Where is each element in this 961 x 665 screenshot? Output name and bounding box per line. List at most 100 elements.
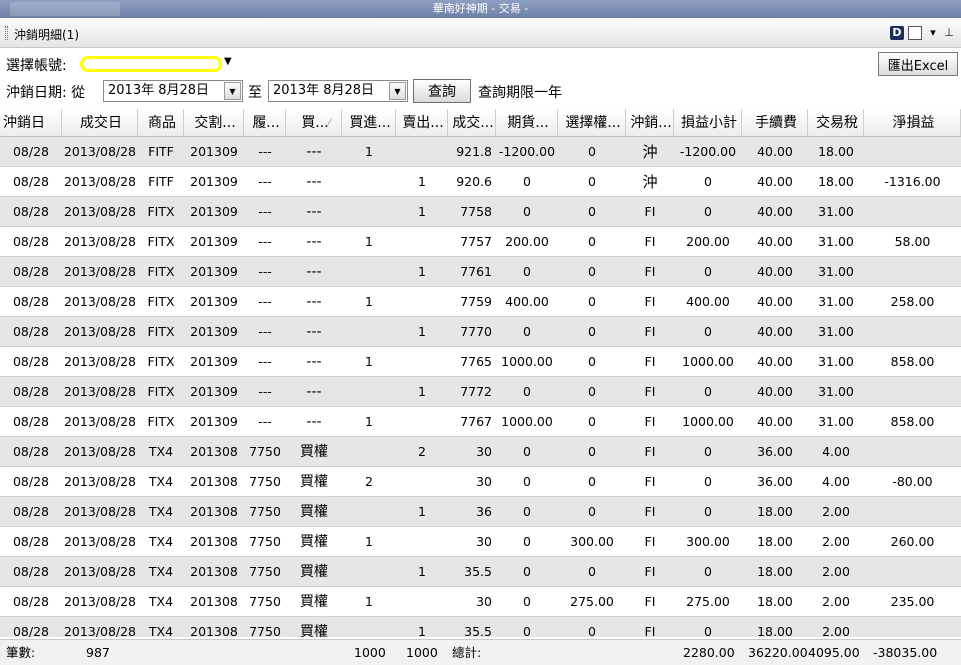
cell-tax: 31.00: [818, 384, 854, 399]
cell-settle-month: 201309: [190, 354, 238, 369]
cell-futures-pnl: 0: [523, 174, 531, 189]
cell-net-pnl: 235.00: [890, 594, 935, 609]
cell-trade-date: 2013/08/28: [63, 414, 137, 429]
table-row[interactable]: 08/28 2013/08/28 FITX 201309 --- --- 1 7765 1000…: [0, 347, 961, 377]
column-header-sell-qty[interactable]: 賣出...: [396, 109, 448, 136]
column-header-tax[interactable]: 交易稅: [808, 109, 864, 136]
cell-trade-price: 7761: [460, 264, 492, 279]
column-header-buy-sell-type[interactable]: 買...: [286, 109, 342, 136]
column-header-net-pnl[interactable]: 淨損益: [864, 109, 961, 136]
cell-strike: 7750: [249, 564, 281, 579]
column-header-trade-date[interactable]: 成交日: [62, 109, 138, 136]
cell-futures-pnl: 0: [523, 594, 531, 609]
d-icon[interactable]: D: [890, 26, 904, 40]
cell-strike: 7750: [249, 474, 281, 489]
cell-strike: ---: [258, 234, 272, 249]
cell-settle-month: 201309: [190, 264, 238, 279]
cell-buy-sell-type: 買權: [300, 444, 328, 460]
cell-product: FITF: [148, 144, 174, 159]
cell-product: TX4: [148, 624, 174, 637]
date-from-picker[interactable]: 2013年 8月28日 ▼: [103, 80, 243, 102]
pin-icon[interactable]: ⊥: [942, 26, 956, 40]
cell-buy-qty: [342, 377, 396, 406]
cell-fee: 18.00: [757, 564, 793, 579]
cell-fee: 18.00: [757, 504, 793, 519]
cell-settle-month: 201309: [190, 144, 238, 159]
cell-buy-qty: 1: [365, 594, 373, 609]
cell-offset-date: 08/28: [12, 504, 50, 519]
table-row[interactable]: 08/28 2013/08/28 TX4 201308 7750 買權 1 30 0 300.00…: [0, 527, 961, 557]
cell-offset-date: 08/28: [12, 294, 50, 309]
chevron-down-icon[interactable]: ▼: [389, 82, 406, 100]
column-header-offset-type[interactable]: 沖銷...: [626, 109, 674, 136]
table-row[interactable]: 08/28 2013/08/28 TX4 201308 7750 買權 2 30 0 0 FI 0 36…: [0, 467, 961, 497]
table-row[interactable]: 08/28 2013/08/28 TX4 201308 7750 買權 1 36 0 0 FI 0 18…: [0, 497, 961, 527]
chevron-down-icon[interactable]: ▼: [224, 82, 241, 100]
panel-grip-handle[interactable]: [5, 26, 8, 40]
table-row[interactable]: 08/28 2013/08/28 FITF 201309 --- --- 1 921.8 -12…: [0, 137, 961, 167]
column-header-fee[interactable]: 手續費: [742, 109, 808, 136]
cell-sell-qty: 1: [418, 204, 426, 219]
cell-product: TX4: [148, 564, 174, 579]
cell-trade-price: 7757: [460, 234, 492, 249]
cell-option-pnl: 0: [588, 474, 596, 489]
cell-trade-date: 2013/08/28: [63, 624, 137, 637]
column-header-settle-month[interactable]: 交割...: [184, 109, 244, 136]
table-row[interactable]: 08/28 2013/08/28 TX4 201308 7750 買權 1 35.5 0 0 FI 0…: [0, 617, 961, 637]
chevron-down-icon[interactable]: ▼: [224, 56, 232, 67]
cell-sell-qty: 1: [418, 174, 426, 189]
column-header-buy-qty[interactable]: 買進...: [342, 109, 396, 136]
cell-strike: ---: [258, 144, 272, 159]
cell-offset-type: FI: [644, 234, 656, 249]
table-row[interactable]: 08/28 2013/08/28 TX4 201308 7750 買權 1 30 0 275.00…: [0, 587, 961, 617]
cell-sell-qty: [396, 407, 448, 436]
cell-product: FITX: [147, 204, 175, 219]
cell-net-pnl: [864, 377, 961, 406]
cell-tax: 4.00: [822, 474, 850, 489]
column-header-offset-date[interactable]: 沖銷日: [0, 109, 62, 136]
column-header-pnl-subtotal[interactable]: 損益小計: [674, 109, 742, 136]
table-row[interactable]: 08/28 2013/08/28 TX4 201308 7750 買權 2 30 0 0 FI 0 36…: [0, 437, 961, 467]
cell-buy-sell-type: ---: [306, 204, 322, 220]
table-row[interactable]: 08/28 2013/08/28 FITX 201309 --- --- 1 7757 200.…: [0, 227, 961, 257]
cell-buy-sell-type: ---: [306, 264, 322, 280]
cell-product: FITX: [147, 384, 175, 399]
table-row[interactable]: 08/28 2013/08/28 FITX 201309 --- --- 1 7772 0 0 FI…: [0, 377, 961, 407]
table-row[interactable]: 08/28 2013/08/28 TX4 201308 7750 買權 1 35.5 0 0 FI 0…: [0, 557, 961, 587]
column-header-futures-pnl[interactable]: 期貨...: [496, 109, 558, 136]
cell-offset-type: 沖: [642, 173, 658, 191]
cell-net-pnl: 258.00: [890, 294, 935, 309]
net-total: -38035.00: [873, 645, 938, 660]
table-row[interactable]: 08/28 2013/08/28 FITF 201309 --- --- 1 920.6 0 0 沖…: [0, 167, 961, 197]
cell-option-pnl: 0: [588, 564, 596, 579]
cell-offset-type: FI: [644, 594, 656, 609]
column-header-strike[interactable]: 履...: [244, 109, 286, 136]
table-row[interactable]: 08/28 2013/08/28 FITX 201309 --- --- 1 7770 0 0 FI…: [0, 317, 961, 347]
cell-option-pnl: 0: [588, 264, 596, 279]
cell-futures-pnl: 1000.00: [501, 414, 553, 429]
table-row[interactable]: 08/28 2013/08/28 FITX 201309 --- --- 1 7759 400.…: [0, 287, 961, 317]
column-header-trade-price[interactable]: 成交...: [448, 109, 496, 136]
cell-strike: ---: [258, 294, 272, 309]
cell-trade-date: 2013/08/28: [63, 444, 137, 459]
cell-offset-date: 08/28: [12, 444, 50, 459]
window-icon[interactable]: [908, 26, 922, 40]
cell-strike: ---: [258, 174, 272, 189]
date-to-picker[interactable]: 2013年 8月28日 ▼: [268, 80, 408, 102]
cell-offset-type: FI: [644, 384, 656, 399]
cell-net-pnl: [864, 617, 961, 637]
query-button[interactable]: 查詢: [413, 79, 471, 103]
cell-buy-qty: [342, 257, 396, 286]
export-excel-button[interactable]: 匯出Excel: [878, 52, 958, 76]
column-header-product[interactable]: 商品: [138, 109, 184, 136]
table-row[interactable]: 08/28 2013/08/28 FITX 201309 --- --- 1 7761 0 0 FI…: [0, 257, 961, 287]
cell-settle-month: 201309: [190, 294, 238, 309]
column-header-option-pnl[interactable]: 選擇權...: [558, 109, 626, 136]
cell-futures-pnl: 1000.00: [501, 354, 553, 369]
cell-futures-pnl: 0: [523, 534, 531, 549]
account-select[interactable]: ▼: [78, 55, 234, 73]
table-row[interactable]: 08/28 2013/08/28 FITX 201309 --- --- 1 7767 1000…: [0, 407, 961, 437]
offset-detail-grid: 沖銷日 成交日 商品 交割... 履... 買... 買進... 賣出... 成交... 期貨..…: [0, 109, 961, 637]
table-row[interactable]: 08/28 2013/08/28 FITX 201309 --- --- 1 7758 0 0 FI…: [0, 197, 961, 227]
dropdown-icon[interactable]: ▾: [926, 26, 940, 40]
